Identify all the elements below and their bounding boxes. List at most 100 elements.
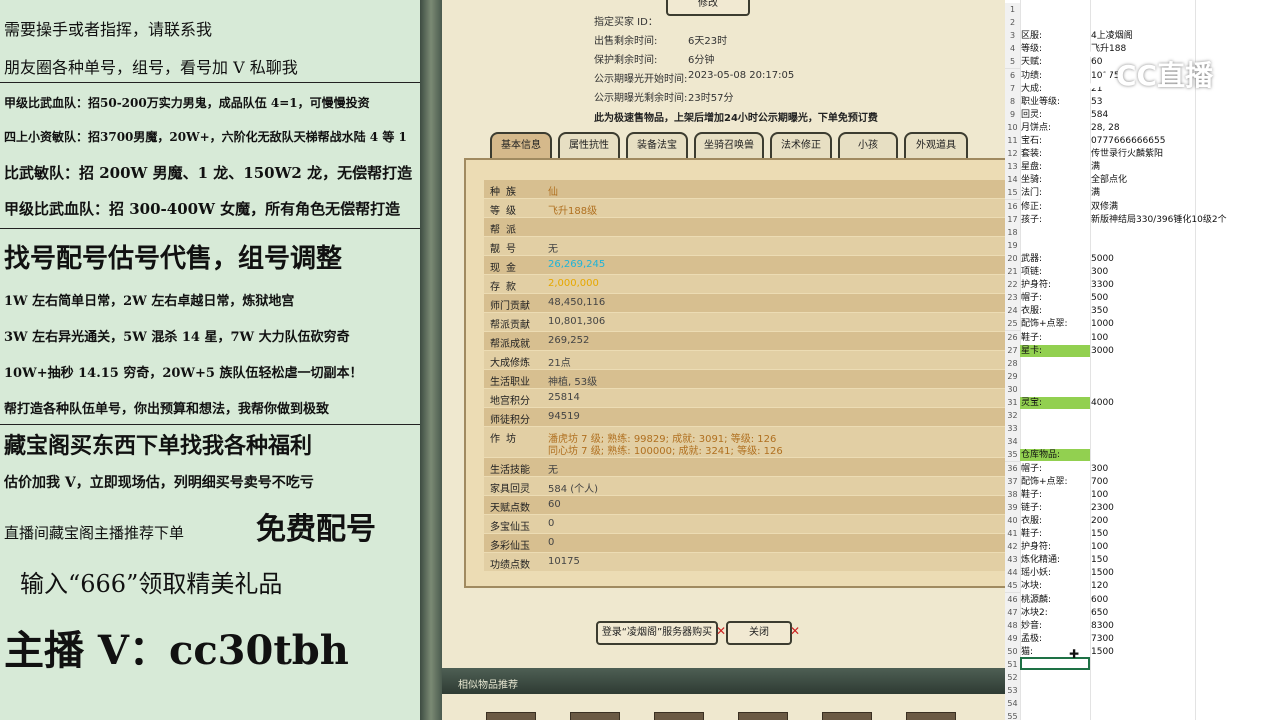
sheet-cell-label[interactable]: 护身符: xyxy=(1021,541,1051,553)
sheet-cell-label[interactable]: 炼化精通: xyxy=(1021,554,1060,566)
sheet-cell-value[interactable]: 双修满 xyxy=(1091,201,1118,213)
sheet-cell-value[interactable]: 200 xyxy=(1091,515,1108,527)
sheet-cell-value[interactable]: 7300 xyxy=(1091,633,1114,645)
row-number[interactable]: 44 xyxy=(1005,566,1020,581)
row-number[interactable]: 3 xyxy=(1005,29,1020,44)
row-number[interactable]: 46 xyxy=(1005,592,1020,607)
sheet-cell-value[interactable]: 650 xyxy=(1091,607,1108,619)
row-number[interactable]: 16 xyxy=(1005,199,1020,214)
sheet-cell-label[interactable]: 孩子: xyxy=(1021,214,1042,226)
sheet-cell-label[interactable]: 武器: xyxy=(1021,253,1042,265)
sheet-cell-value[interactable]: 28, 28 xyxy=(1091,122,1120,134)
sheet-cell-value[interactable]: 0777666666655 xyxy=(1091,135,1165,147)
sheet-cell-value[interactable]: 300 xyxy=(1091,463,1108,475)
tab-appearance[interactable]: 外观道具 xyxy=(904,132,968,158)
sheet-cell-label[interactable]: 灵宝: xyxy=(1021,397,1042,409)
sheet-cell-value[interactable]: 满 xyxy=(1091,161,1100,173)
sheet-cell-label[interactable]: 配饰+点翠: xyxy=(1021,476,1068,488)
sheet-cell-label[interactable]: 瑶小妖: xyxy=(1021,567,1051,579)
sheet-cell-label[interactable]: 护身符: xyxy=(1021,279,1051,291)
sheet-cell-label[interactable]: 鞋子: xyxy=(1021,489,1042,501)
sheet-cell-label[interactable]: 宝石: xyxy=(1021,135,1042,147)
sheet-cell-label[interactable]: 坐骑: xyxy=(1021,174,1042,186)
tab-mounts-pets[interactable]: 坐骑召唤兽 xyxy=(694,132,764,158)
sheet-cell-label[interactable]: 回灵: xyxy=(1021,109,1042,121)
sheet-cell-value[interactable]: 120 xyxy=(1091,580,1108,592)
row-number[interactable]: 30 xyxy=(1005,382,1020,397)
row-number[interactable]: 47 xyxy=(1005,605,1020,620)
row-number[interactable]: 37 xyxy=(1005,474,1020,489)
item-thumbnail[interactable] xyxy=(654,712,704,720)
sheet-cell-value[interactable]: 300 xyxy=(1091,266,1108,278)
sheet-cell-label[interactable]: 职业等级: xyxy=(1021,96,1060,108)
item-thumbnail[interactable] xyxy=(486,712,536,720)
row-number[interactable]: 36 xyxy=(1005,461,1020,476)
sheet-cell-value[interactable]: 4上凌烟阁 xyxy=(1091,30,1133,42)
row-number[interactable]: 19 xyxy=(1005,238,1020,253)
sheet-cell-value[interactable]: 53 xyxy=(1091,96,1102,108)
sheet-cell-label[interactable]: 孟极: xyxy=(1021,633,1042,645)
sheet-cell-value[interactable]: 350 xyxy=(1091,305,1108,317)
row-number[interactable]: 6 xyxy=(1005,68,1020,83)
sheet-cell-label[interactable]: 鞋子: xyxy=(1021,332,1042,344)
row-number[interactable]: 23 xyxy=(1005,291,1020,306)
row-number[interactable]: 24 xyxy=(1005,304,1020,319)
row-number[interactable]: 25 xyxy=(1005,317,1020,332)
row-number[interactable]: 34 xyxy=(1005,435,1020,450)
item-thumbnail[interactable] xyxy=(906,712,956,720)
sheet-cell-label[interactable]: 妙音: xyxy=(1021,620,1042,632)
row-number[interactable]: 49 xyxy=(1005,631,1020,646)
row-number[interactable]: 38 xyxy=(1005,487,1020,502)
row-number[interactable]: 14 xyxy=(1005,173,1020,188)
sheet-cell-label[interactable]: 配饰+点翠: xyxy=(1021,318,1068,330)
sheet-cell-label[interactable]: 仓库物品: xyxy=(1021,449,1060,461)
row-number[interactable]: 50 xyxy=(1005,644,1020,659)
sheet-cell-value[interactable]: 600 xyxy=(1091,594,1108,606)
row-number[interactable]: 20 xyxy=(1005,251,1020,266)
row-number[interactable]: 53 xyxy=(1005,684,1020,699)
sheet-cell-label[interactable]: 套装: xyxy=(1021,148,1042,160)
row-number[interactable]: 45 xyxy=(1005,579,1020,594)
row-number[interactable]: 52 xyxy=(1005,671,1020,686)
row-number[interactable]: 33 xyxy=(1005,422,1020,437)
sheet-cell-label[interactable]: 冰块2: xyxy=(1021,607,1048,619)
sheet-cell-label[interactable]: 项链: xyxy=(1021,266,1042,278)
sheet-cell-label[interactable]: 鞋子: xyxy=(1021,528,1042,540)
close-button[interactable]: 关闭 xyxy=(726,621,792,645)
sheet-cell-value[interactable]: 1000 xyxy=(1091,318,1114,330)
sheet-cell-value[interactable]: 全部点化 xyxy=(1091,174,1127,186)
tab-equipment[interactable]: 装备法宝 xyxy=(626,132,688,158)
sheet-cell-value[interactable]: 新版神结局330/396锤化10级2个 xyxy=(1091,214,1227,226)
sheet-cell-label[interactable]: 功绩: xyxy=(1021,70,1042,82)
sheet-cell-label[interactable]: 大成: xyxy=(1021,83,1042,95)
row-number[interactable]: 8 xyxy=(1005,94,1020,109)
sheet-cell-label[interactable]: 衣服: xyxy=(1021,305,1042,317)
row-number[interactable]: 11 xyxy=(1005,134,1020,148)
sheet-cell-value[interactable]: 传世录行火麟紫阳 xyxy=(1091,148,1163,160)
row-number[interactable]: 26 xyxy=(1005,330,1020,345)
sheet-cell-value[interactable]: 100 xyxy=(1091,489,1108,501)
row-number[interactable]: 28 xyxy=(1005,356,1020,371)
sheet-cell-value[interactable]: 3000 xyxy=(1091,345,1114,357)
row-number[interactable]: 15 xyxy=(1005,186,1020,201)
sheet-cell-label[interactable]: 桃源麟: xyxy=(1021,594,1051,606)
sheet-cell-value[interactable]: 150 xyxy=(1091,554,1108,566)
item-thumbnail[interactable] xyxy=(738,712,788,720)
sheet-cell-value[interactable]: 满 xyxy=(1091,187,1100,199)
row-number[interactable]: 48 xyxy=(1005,618,1020,633)
row-number[interactable]: 4 xyxy=(1005,42,1020,57)
row-number[interactable]: 42 xyxy=(1005,540,1020,555)
sheet-cell-label[interactable]: 法门: xyxy=(1021,187,1042,199)
row-number[interactable]: 41 xyxy=(1005,527,1020,541)
top-button[interactable]: 修改 xyxy=(666,0,750,16)
tab-spell-correction[interactable]: 法术修正 xyxy=(770,132,832,158)
sheet-cell-label[interactable]: 链子: xyxy=(1021,502,1042,514)
sheet-cell-label[interactable]: 天赋: xyxy=(1021,56,1042,68)
sheet-cell-value[interactable]: 1500 xyxy=(1091,567,1114,579)
sheet-cell-value[interactable]: 500 xyxy=(1091,292,1108,304)
sheet-cell-value[interactable]: 2300 xyxy=(1091,502,1114,514)
item-thumbnail[interactable] xyxy=(822,712,872,720)
sheet-cell-value[interactable]: 150 xyxy=(1091,528,1108,540)
row-number[interactable]: 21 xyxy=(1005,265,1020,279)
sheet-cell-label[interactable]: 星盘: xyxy=(1021,161,1042,173)
